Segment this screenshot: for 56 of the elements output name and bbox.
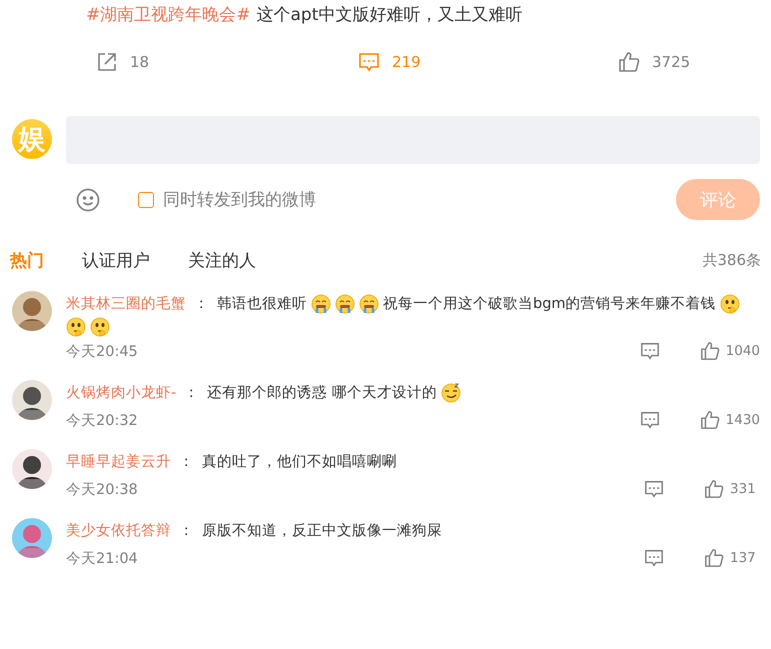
colon: ： — [184, 384, 200, 403]
comment-icon[interactable] — [644, 548, 664, 568]
user-name-link[interactable]: 米其林三圈的毛蟹 — [66, 291, 186, 317]
crying-emoji-icon — [335, 294, 355, 314]
user-avatar[interactable] — [12, 291, 52, 331]
like-count: 3725 — [652, 53, 690, 71]
thinking-emoji-icon — [90, 317, 110, 337]
comment-time: 今天20:32 — [66, 412, 138, 430]
filter-tab[interactable]: 关注的人 — [188, 248, 256, 272]
comment-icon[interactable] — [640, 341, 660, 361]
comment-text: 真的吐了，他们不如唱嘻唰唰 — [202, 453, 397, 472]
user-avatar[interactable] — [12, 380, 52, 420]
submit-comment-button[interactable]: 评论 — [676, 179, 760, 220]
thinking-emoji-icon — [720, 294, 740, 314]
share-icon[interactable] — [96, 51, 118, 73]
share-count: 18 — [130, 53, 150, 71]
hashtag-link[interactable]: #湖南卫视跨年晚会# — [86, 3, 250, 27]
comment-count: 219 — [392, 53, 421, 71]
comment-text: 韩语也很难听 — [217, 295, 307, 314]
comment-total: 共386条 — [702, 250, 761, 270]
comment-time: 今天20:38 — [66, 480, 138, 498]
emoji-icon[interactable] — [76, 188, 100, 212]
comment-icon[interactable] — [640, 410, 660, 430]
thumbs-up-icon[interactable] — [700, 410, 720, 430]
thumbs-up-icon[interactable] — [704, 479, 724, 499]
colon: ： — [179, 453, 194, 472]
filter-tab[interactable]: 热门 — [10, 248, 44, 272]
user-name-link[interactable]: 早睡早起姜云升 — [66, 449, 171, 475]
filter-tab[interactable]: 认证用户 — [82, 248, 150, 272]
smirking-emoji-icon — [440, 383, 461, 403]
thumbs-up-icon[interactable] — [700, 341, 720, 361]
colon: ： — [179, 522, 194, 541]
user-name-link[interactable]: 火锅烤肉小龙虾- — [66, 380, 176, 406]
user-name-link[interactable]: 美少女依托答辩 — [66, 518, 171, 544]
like-count: 1430 — [726, 412, 760, 428]
comment-time: 今天20:45 — [66, 342, 138, 360]
brand-avatar: 娱 — [12, 119, 52, 159]
comment-text: 还有那个郎的诱惑 哪个天才设计的 — [207, 384, 437, 403]
thinking-emoji-icon — [66, 317, 86, 337]
thumbs-up-icon[interactable] — [618, 51, 640, 73]
user-avatar[interactable] — [12, 449, 52, 489]
like-count: 331 — [730, 481, 756, 497]
colon: ： — [194, 295, 209, 314]
post-text: 这个apt中文版好难听，又土又难听 — [256, 4, 522, 27]
like-count: 137 — [730, 550, 756, 566]
comment-icon[interactable] — [358, 52, 380, 72]
comment-text: 原版不知道，反正中文版像一滩狗屎 — [202, 522, 442, 541]
comment-time: 今天21:04 — [66, 550, 138, 568]
repost-checkbox[interactable] — [138, 192, 154, 208]
crying-emoji-icon — [311, 294, 331, 314]
comment-text: 祝每一个用这个破歌当bgm的营销号来年赚不着钱 — [383, 294, 716, 314]
comment-icon[interactable] — [644, 479, 664, 499]
like-count: 1040 — [726, 343, 760, 359]
repost-label: 同时转发到我的微博 — [163, 189, 316, 211]
crying-emoji-icon — [359, 294, 379, 314]
thumbs-up-icon[interactable] — [704, 548, 724, 568]
